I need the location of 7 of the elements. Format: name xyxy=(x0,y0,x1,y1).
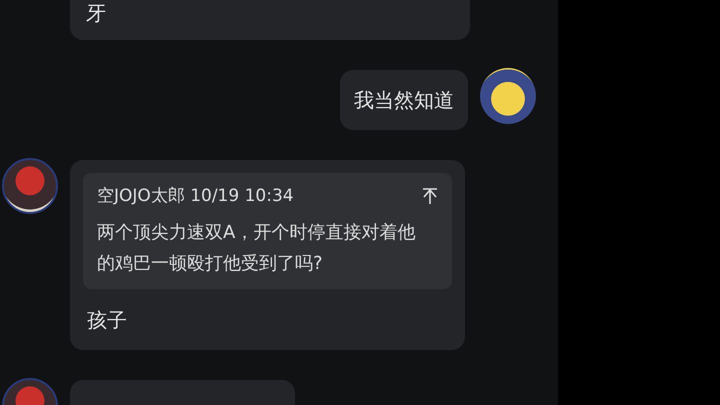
message-text: 孩子 xyxy=(86,307,128,333)
message-text: 牙 xyxy=(86,1,106,25)
scroll-top-icon[interactable] xyxy=(422,187,438,205)
message-text: 我当然知道 xyxy=(354,88,454,112)
quoted-message[interactable]: 空JOJO太郎 10/19 10:34 两个顶尖力速双A，开个时停直接对着他的鸡巴一顿殴打他受到了吗? xyxy=(83,173,452,289)
quote-text: 两个顶尖力速双A，开个时停直接对着他的鸡巴一顿殴打他受到了吗? xyxy=(97,221,416,276)
quote-header: 空JOJO太郎 10/19 10:34 xyxy=(97,185,294,208)
